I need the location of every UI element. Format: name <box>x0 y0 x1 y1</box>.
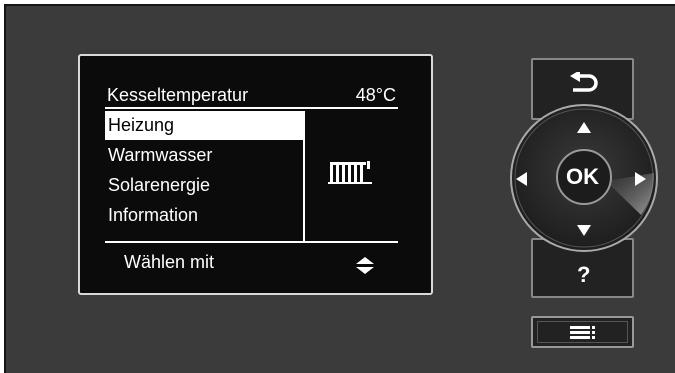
back-arrow-icon <box>569 70 599 103</box>
arrow-right-icon[interactable] <box>634 171 646 192</box>
footer-text: Wählen mit <box>124 252 215 272</box>
display-screen: Kesseltemperatur 48°C Heizung Warmwasser… <box>78 54 433 295</box>
vertical-divider <box>303 111 305 241</box>
menu-lines-icon <box>570 326 596 345</box>
menu-item-information[interactable]: Information <box>105 200 303 230</box>
display-header: Kesseltemperatur 48°C <box>105 85 398 109</box>
arrow-down-icon[interactable] <box>576 223 592 241</box>
up-down-arrows-icon <box>356 257 374 280</box>
arrow-left-icon[interactable] <box>516 171 528 192</box>
arrow-up-icon[interactable] <box>576 121 592 139</box>
ok-button[interactable]: OK <box>556 149 612 205</box>
menu-list: Heizung Warmwasser Solarenergie Informat… <box>105 111 303 230</box>
ok-label: OK <box>566 164 599 189</box>
menu-button[interactable] <box>531 316 634 348</box>
navigation-ring: OK <box>509 103 659 253</box>
radiator-icon <box>328 161 372 190</box>
menu-item-solarenergie[interactable]: Solarenergie <box>105 170 303 200</box>
help-label: ? <box>577 262 591 287</box>
header-title: Kesseltemperatur <box>107 85 249 105</box>
horizontal-divider <box>105 241 398 243</box>
menu-item-warmwasser[interactable]: Warmwasser <box>105 140 303 170</box>
header-value: 48°C <box>355 85 396 105</box>
menu-item-heizung[interactable]: Heizung <box>105 111 303 140</box>
